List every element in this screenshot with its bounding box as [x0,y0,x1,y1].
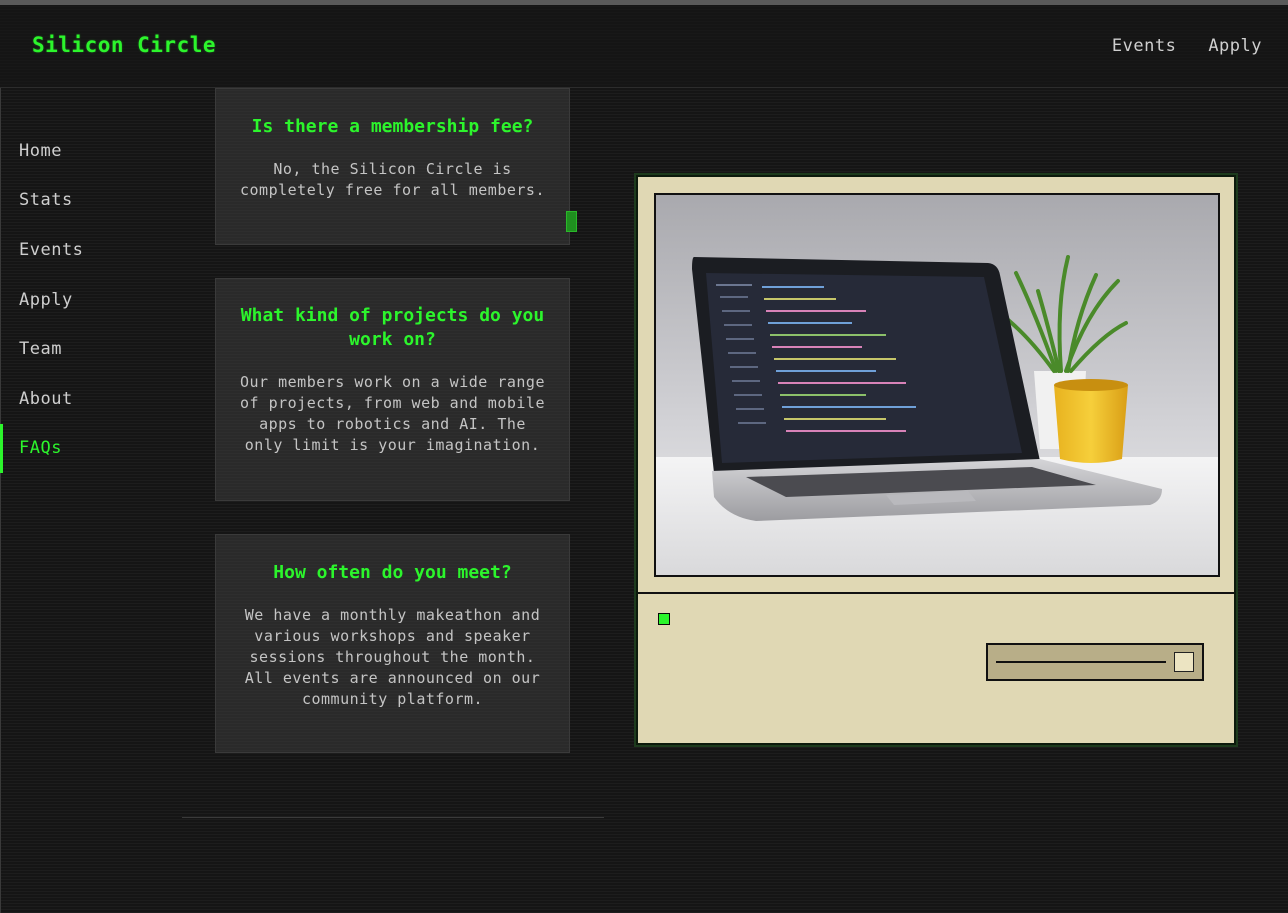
faq-card: How often do you meet? We have a monthly… [215,534,570,753]
scrollbar-thumb[interactable] [566,211,577,232]
top-nav-apply[interactable]: Apply [1208,36,1262,56]
sidebar-item-about[interactable]: About [0,374,180,424]
retro-monitor [636,175,1236,745]
faq-question: Is there a membership fee? [251,116,534,137]
sidebar-item-stats[interactable]: Stats [0,176,180,226]
monitor-slider[interactable] [986,643,1204,681]
faq-card: What kind of projects do you work on? Ou… [215,278,570,501]
sidebar-item-home[interactable]: Home [0,126,180,176]
sidebar-item-team[interactable]: Team [0,324,180,374]
sidebar-item-apply[interactable]: Apply [0,275,180,325]
sidebar-item-faqs[interactable]: FAQs [0,423,180,474]
sidebar-item-events[interactable]: Events [0,225,180,275]
content-divider [182,817,604,818]
faq-card: Is there a membership fee? No, the Silic… [215,88,570,245]
slider-knob[interactable] [1174,652,1194,672]
brand-logo[interactable]: Silicon Circle [32,33,216,57]
sidebar: Home Stats Events Apply Team About FAQs [0,126,180,473]
power-led-icon [658,613,670,625]
faq-question: How often do you meet? [273,562,512,583]
faq-answer: We have a monthly makeathon and various … [244,606,541,708]
top-nav: Events Apply [1112,36,1262,56]
slider-track [996,661,1166,663]
site-header: Silicon Circle Events Apply [0,5,1288,88]
top-nav-events[interactable]: Events [1112,36,1176,56]
faq-answer: Our members work on a wide range of proj… [240,373,545,454]
monitor-divider [638,592,1234,594]
laptop-photo [656,195,1218,575]
faq-answer: No, the Silicon Circle is completely fre… [240,160,545,199]
faq-question: What kind of projects do you work on? [240,305,545,350]
monitor-screen-image [654,193,1220,577]
